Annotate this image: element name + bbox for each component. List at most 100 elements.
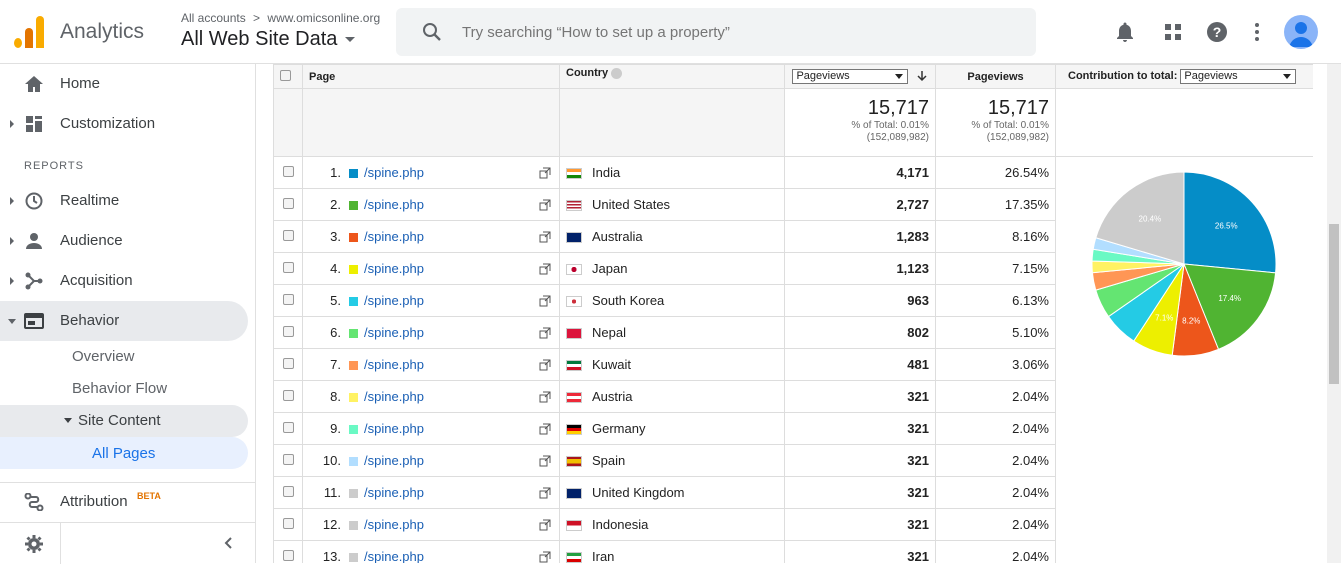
- country-name[interactable]: South Korea: [592, 293, 664, 308]
- row-checkbox[interactable]: [282, 358, 294, 369]
- page-link[interactable]: /spine.php: [364, 293, 424, 308]
- page-link[interactable]: /spine.php: [364, 357, 424, 372]
- account-avatar-icon[interactable]: [1284, 15, 1318, 49]
- col-header-country[interactable]: Country: [559, 64, 785, 89]
- sidebar-item-attribution[interactable]: Attribution BETA: [0, 482, 248, 522]
- sidebar-item-acquisition[interactable]: Acquisition: [0, 261, 248, 301]
- gear-icon[interactable]: [24, 534, 44, 554]
- open-external-icon[interactable]: [539, 327, 551, 339]
- page-link[interactable]: /spine.php: [364, 485, 424, 500]
- breadcrumb-all-accounts[interactable]: All accounts: [181, 11, 246, 25]
- open-external-icon[interactable]: [539, 391, 551, 403]
- country-name[interactable]: Indonesia: [592, 517, 648, 532]
- sidebar-label-realtime: Realtime: [60, 192, 120, 209]
- open-external-icon[interactable]: [539, 359, 551, 371]
- sort-descending-icon[interactable]: [916, 70, 928, 82]
- more-vert-icon[interactable]: [1245, 20, 1269, 44]
- country-cell: Spain: [559, 444, 785, 477]
- col-header-pageviews[interactable]: Pageviews: [935, 64, 1056, 89]
- open-external-icon[interactable]: [539, 455, 551, 467]
- help-icon[interactable]: ?: [1205, 20, 1229, 44]
- page-link[interactable]: /spine.php: [364, 261, 424, 276]
- row-checkbox[interactable]: [282, 262, 294, 273]
- col-header-page[interactable]: Page: [302, 64, 560, 89]
- analytics-logo-icon[interactable]: [14, 16, 44, 48]
- open-external-icon[interactable]: [539, 551, 551, 563]
- select-all-checkbox[interactable]: [280, 69, 291, 81]
- row-checkbox[interactable]: [282, 390, 294, 401]
- total-metric-pct: % of Total: 0.01%: [851, 120, 929, 131]
- row-checkbox[interactable]: [282, 326, 294, 337]
- breadcrumb-property[interactable]: www.omicsonline.org: [267, 11, 380, 25]
- country-name[interactable]: Japan: [592, 261, 627, 276]
- row-checkbox[interactable]: [282, 518, 294, 529]
- row-select-cell: [273, 188, 303, 221]
- breadcrumb[interactable]: All accounts > www.omicsonline.org: [181, 11, 384, 25]
- flag-icon: [566, 200, 582, 212]
- open-external-icon[interactable]: [539, 295, 551, 307]
- sidebar-item-home[interactable]: Home: [0, 64, 248, 104]
- sidebar-item-behavior[interactable]: Behavior: [0, 301, 248, 341]
- row-checkbox[interactable]: [282, 422, 294, 433]
- country-name[interactable]: Austria: [592, 389, 632, 404]
- scrollbar-thumb[interactable]: [1329, 224, 1339, 384]
- sidebar-item-overview[interactable]: Overview: [72, 348, 135, 380]
- open-external-icon[interactable]: [539, 199, 551, 211]
- page-link[interactable]: /spine.php: [364, 549, 424, 563]
- contribution-select[interactable]: Pageviews: [1180, 69, 1297, 84]
- country-name[interactable]: Germany: [592, 421, 645, 436]
- open-external-icon[interactable]: [539, 423, 551, 435]
- row-checkbox[interactable]: [282, 294, 294, 305]
- row-checkbox[interactable]: [282, 166, 294, 177]
- page-link[interactable]: /spine.php: [364, 197, 424, 212]
- search-input[interactable]: [462, 21, 1022, 43]
- country-name[interactable]: Australia: [592, 229, 643, 244]
- sidebar-item-all-pages[interactable]: All Pages: [0, 437, 248, 469]
- sidebar-item-customization[interactable]: Customization: [0, 104, 248, 144]
- country-cell: United Kingdom: [559, 476, 785, 509]
- sidebar-item-realtime[interactable]: Realtime: [0, 181, 248, 221]
- country-name[interactable]: Iran: [592, 549, 614, 563]
- country-name[interactable]: Nepal: [592, 325, 626, 340]
- remove-dimension-icon[interactable]: [611, 67, 623, 79]
- row-checkbox[interactable]: [282, 198, 294, 209]
- country-name[interactable]: Spain: [592, 453, 625, 468]
- series-color-swatch: [349, 457, 358, 467]
- country-cell: South Korea: [559, 284, 785, 317]
- metric-select[interactable]: Pageviews: [792, 69, 909, 84]
- sidebar-item-site-content[interactable]: Site Content: [0, 405, 248, 437]
- country-name[interactable]: United States: [592, 197, 670, 212]
- page-link[interactable]: /spine.php: [364, 517, 424, 532]
- vertical-scrollbar[interactable]: [1327, 64, 1341, 563]
- country-name[interactable]: Kuwait: [592, 357, 631, 372]
- sidebar-item-audience[interactable]: Audience: [0, 221, 248, 261]
- attribution-icon: [24, 493, 44, 511]
- view-selector[interactable]: All Web Site Data: [181, 28, 356, 51]
- open-external-icon[interactable]: [539, 231, 551, 243]
- row-checkbox[interactable]: [282, 230, 294, 241]
- page-link[interactable]: /spine.php: [364, 229, 424, 244]
- row-checkbox[interactable]: [282, 454, 294, 465]
- series-color-swatch: [349, 233, 358, 243]
- page-link[interactable]: /spine.php: [364, 453, 424, 468]
- flag-icon: [566, 424, 582, 436]
- row-checkbox[interactable]: [282, 486, 294, 497]
- apps-icon[interactable]: [1161, 20, 1185, 44]
- row-checkbox[interactable]: [282, 550, 294, 561]
- flag-icon: [566, 392, 582, 404]
- page-link[interactable]: /spine.php: [364, 389, 424, 404]
- page-link[interactable]: /spine.php: [364, 325, 424, 340]
- search-bar[interactable]: [396, 8, 1036, 56]
- open-external-icon[interactable]: [539, 487, 551, 499]
- open-external-icon[interactable]: [539, 519, 551, 531]
- bell-icon[interactable]: [1113, 20, 1137, 44]
- open-external-icon[interactable]: [539, 263, 551, 275]
- total-metric-value: 15,717: [867, 97, 929, 119]
- page-cell: 12. /spine.php: [302, 508, 560, 541]
- country-name[interactable]: United Kingdom: [592, 485, 685, 500]
- collapse-sidebar-icon[interactable]: [222, 536, 236, 550]
- country-name[interactable]: India: [592, 165, 620, 180]
- page-link[interactable]: /spine.php: [364, 165, 424, 180]
- open-external-icon[interactable]: [539, 167, 551, 179]
- page-link[interactable]: /spine.php: [364, 421, 424, 436]
